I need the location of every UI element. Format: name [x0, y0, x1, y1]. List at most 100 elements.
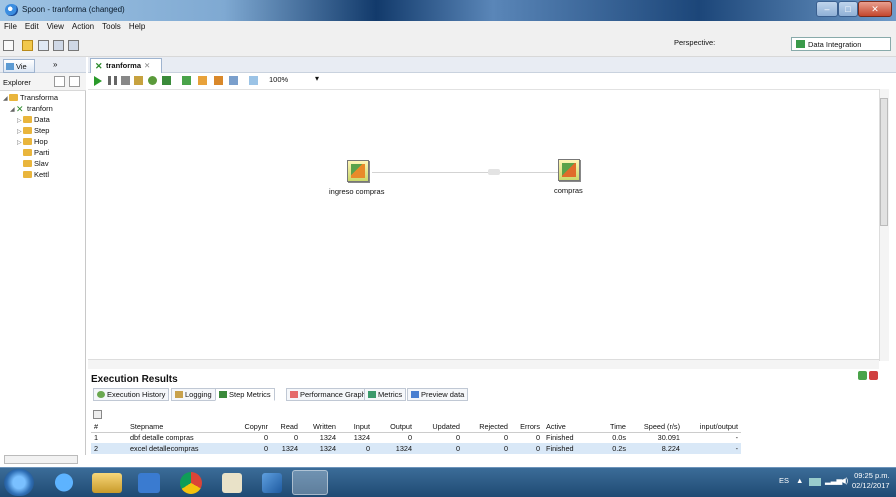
- close-panel-icon[interactable]: [869, 371, 878, 380]
- tree-node-tranforma[interactable]: ◢✕ tranforn: [10, 104, 53, 114]
- internet-explorer-icon[interactable]: [46, 470, 82, 495]
- step-compras[interactable]: [558, 159, 580, 181]
- table-cell: dbf detalle compras: [127, 432, 221, 443]
- open-folder-icon[interactable]: [22, 40, 33, 51]
- tree-node-label: Parti: [34, 148, 50, 157]
- close-button[interactable]: ✕: [858, 1, 892, 17]
- volume-icon[interactable]: ◀): [840, 476, 848, 485]
- menu-action[interactable]: Action: [68, 21, 98, 31]
- column-header[interactable]: Output: [373, 421, 415, 433]
- start-button[interactable]: [4, 469, 34, 496]
- tab-logging[interactable]: Logging: [171, 388, 216, 401]
- sql-icon[interactable]: [214, 76, 223, 85]
- table-row[interactable]: 1 dbf detalle compras 0 0 1324 1324 0 0 …: [91, 432, 741, 443]
- pgadmin-taskbar-icon[interactable]: [334, 470, 360, 495]
- table-cell: 1324: [373, 443, 415, 454]
- tab-tranforma[interactable]: ✕ tranforma ✕: [90, 58, 162, 73]
- tab-performance-graph[interactable]: Performance Graph: [286, 388, 370, 401]
- tree-node-hops[interactable]: ▷ Hop: [17, 137, 48, 146]
- preview-icon[interactable]: [134, 76, 143, 85]
- column-header[interactable]: Time: [597, 421, 629, 433]
- table-cell: 1324: [339, 432, 373, 443]
- column-header[interactable]: Errors: [511, 421, 543, 433]
- tab-label: Metrics: [378, 390, 403, 399]
- grid-options-icon[interactable]: [93, 410, 102, 419]
- document-app-icon[interactable]: [222, 473, 242, 493]
- network-app-icon[interactable]: [262, 473, 282, 493]
- tree-node-partitions[interactable]: Parti: [23, 148, 49, 157]
- run-icon[interactable]: [94, 76, 102, 86]
- language-indicator[interactable]: ES: [779, 476, 789, 485]
- view-tab[interactable]: Vie: [3, 59, 35, 73]
- canvas-horizontal-scrollbar[interactable]: [88, 359, 879, 369]
- column-header[interactable]: Read: [271, 421, 301, 433]
- perspective-value: Data Integration: [808, 40, 862, 49]
- tree-node-kettle[interactable]: Kettl: [23, 170, 49, 179]
- replay-icon[interactable]: [162, 76, 171, 85]
- maximize-button[interactable]: □: [838, 1, 858, 17]
- tree-node-slaves[interactable]: Slav: [23, 159, 49, 168]
- maximize-panel-icon[interactable]: [858, 371, 867, 380]
- tab-step-metrics[interactable]: Step Metrics: [215, 388, 275, 401]
- column-header[interactable]: Speed (r/s): [629, 421, 683, 433]
- tree-node-steps[interactable]: ▷ Step: [17, 126, 49, 135]
- menu-edit[interactable]: Edit: [21, 21, 43, 31]
- collapse-all-icon[interactable]: [54, 76, 65, 87]
- minimize-button[interactable]: –: [816, 1, 838, 17]
- perspective-button[interactable]: Data Integration: [791, 37, 891, 51]
- transformation-canvas[interactable]: [88, 89, 879, 359]
- tab-preview-data[interactable]: Preview data: [407, 388, 469, 401]
- table-row[interactable]: 2 excel detallecompras 0 1324 1324 0 132…: [91, 443, 741, 454]
- verify-icon[interactable]: [182, 76, 191, 85]
- file-explorer-icon[interactable]: [92, 473, 122, 493]
- tab-execution-history[interactable]: Execution History: [93, 388, 170, 401]
- column-header[interactable]: Input: [339, 421, 373, 433]
- tree-node-transformations[interactable]: ◢ Transforma: [3, 93, 58, 102]
- menu-view[interactable]: View: [43, 21, 68, 31]
- flag-icon[interactable]: [809, 478, 821, 486]
- save-as-icon[interactable]: [68, 40, 79, 51]
- column-header[interactable]: Rejected: [463, 421, 511, 433]
- tab-label: Execution History: [107, 390, 166, 399]
- column-header[interactable]: #: [91, 421, 127, 433]
- impact-icon[interactable]: [198, 76, 207, 85]
- column-header[interactable]: Active: [543, 421, 597, 433]
- debug-icon[interactable]: [148, 76, 157, 85]
- menu-help[interactable]: Help: [125, 21, 149, 31]
- column-header[interactable]: Updated: [415, 421, 463, 433]
- table-cell: 2: [91, 443, 127, 454]
- save-icon[interactable]: [53, 40, 64, 51]
- explorer-label: Explorer: [3, 78, 31, 87]
- media-player-icon[interactable]: [138, 473, 160, 493]
- column-header[interactable]: input/output: [683, 421, 741, 433]
- zoom-level[interactable]: 100%: [269, 75, 288, 84]
- show-results-icon[interactable]: [249, 76, 258, 85]
- hop-connector[interactable]: [372, 172, 558, 173]
- more-tabs-chevron[interactable]: »: [53, 60, 57, 69]
- explore-repository-icon[interactable]: [38, 40, 49, 51]
- chrome-icon[interactable]: [180, 472, 202, 494]
- show-hidden-icons-icon[interactable]: ▲: [796, 476, 803, 485]
- pause-icon[interactable]: [108, 76, 117, 85]
- tab-metrics[interactable]: Metrics: [364, 388, 407, 401]
- graph-icon: [290, 391, 298, 398]
- stop-icon[interactable]: [121, 76, 130, 85]
- column-header[interactable]: Stepname: [127, 421, 221, 433]
- title-bar: Spoon - tranforma (changed) – □ ✕: [0, 0, 896, 21]
- clock[interactable]: 09:25 p.m. 02/12/2017: [852, 471, 890, 491]
- expand-all-icon[interactable]: [69, 76, 80, 87]
- menu-tools[interactable]: Tools: [98, 21, 125, 31]
- hop-arrow-icon[interactable]: [488, 169, 500, 175]
- menu-file[interactable]: File: [0, 21, 21, 31]
- tree-node-database[interactable]: ▷ Data: [17, 115, 50, 124]
- spoon-taskbar-icon[interactable]: [292, 470, 328, 495]
- new-file-icon[interactable]: [3, 40, 14, 51]
- close-tab-icon[interactable]: ✕: [144, 61, 150, 70]
- step-ingreso-compras[interactable]: [347, 160, 369, 182]
- canvas-scroll-thumb[interactable]: [880, 98, 888, 226]
- zoom-dropdown-icon[interactable]: ▾: [315, 74, 319, 83]
- tree-horizontal-scrollbar[interactable]: [4, 455, 78, 464]
- explore-db-icon[interactable]: [229, 76, 238, 85]
- column-header[interactable]: Copynr: [221, 421, 271, 433]
- column-header[interactable]: Written: [301, 421, 339, 433]
